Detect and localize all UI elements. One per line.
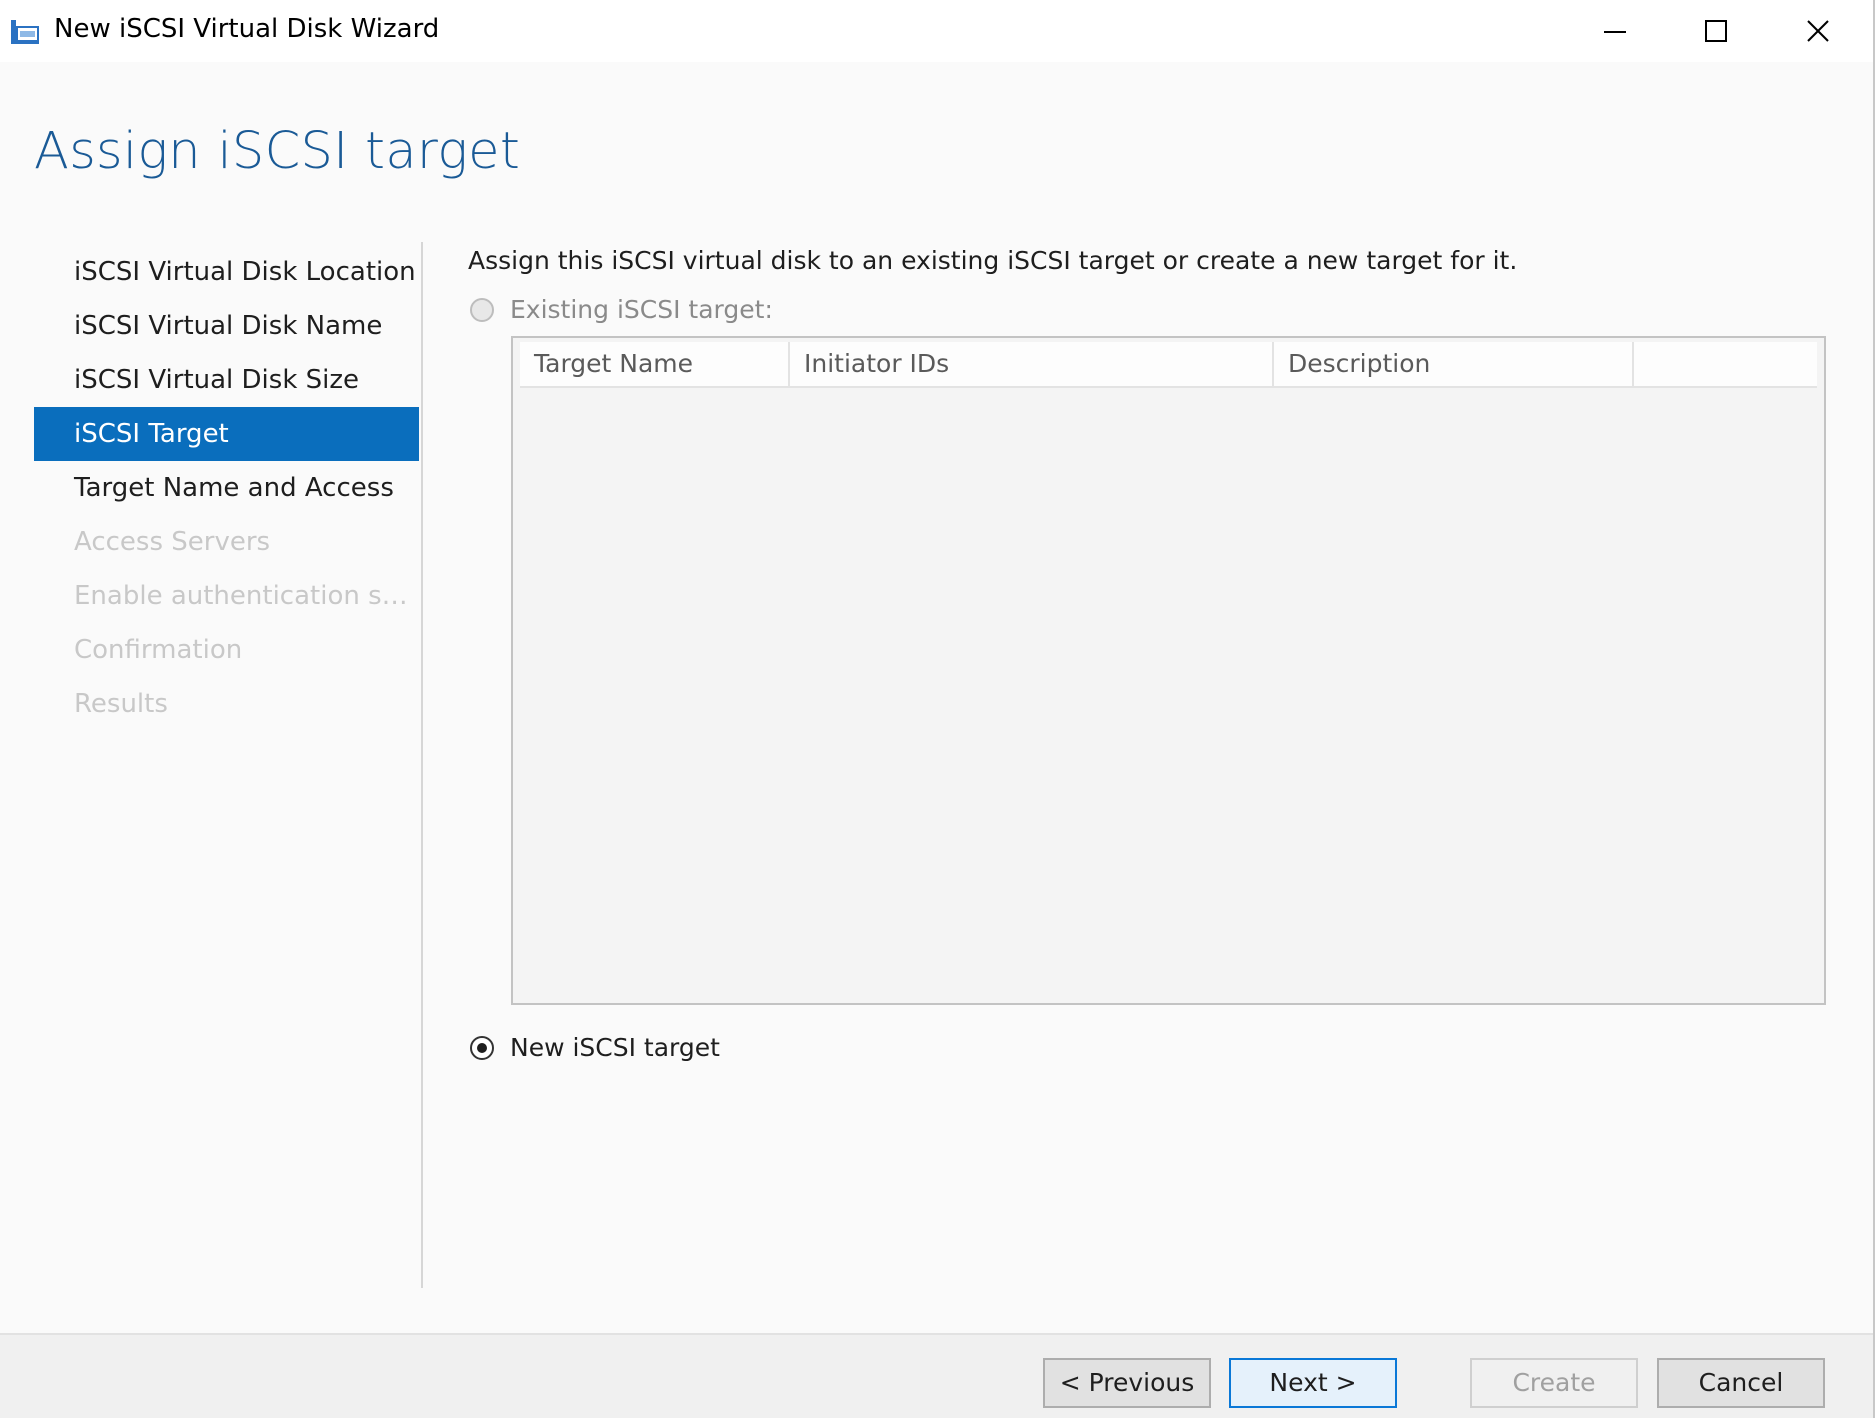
existing-target-radio — [470, 297, 494, 322]
previous-button[interactable]: < Previous — [1043, 1358, 1211, 1408]
column-header-initiator-ids[interactable]: Initiator IDs — [790, 342, 1274, 386]
column-header-target-name[interactable]: Target Name — [520, 342, 790, 386]
column-header-description[interactable]: Description — [1274, 342, 1634, 386]
new-target-radio[interactable] — [470, 1035, 494, 1060]
new-target-label[interactable]: New iSCSI target — [510, 1033, 720, 1062]
nav-divider — [421, 242, 423, 1288]
new-target-option[interactable]: New iSCSI target — [470, 1033, 720, 1062]
close-button[interactable] — [1768, 0, 1868, 62]
existing-target-label: Existing iSCSI target: — [510, 295, 773, 324]
nav-item-results: Results — [74, 689, 168, 719]
wizard-app-icon — [10, 19, 40, 45]
nav-item-disk-size[interactable]: iSCSI Virtual Disk Size — [34, 353, 419, 407]
existing-target-option: Existing iSCSI target: — [470, 295, 773, 324]
close-icon — [1807, 20, 1829, 42]
nav-item-access-servers: Access Servers — [74, 527, 271, 557]
nav-item-disk-location[interactable]: iSCSI Virtual Disk Location — [34, 245, 419, 299]
title-bar[interactable]: New iSCSI Virtual Disk Wizard — [0, 0, 1873, 62]
nav-item-target-name-access[interactable]: Target Name and Access — [34, 461, 419, 515]
nav-item-confirmation: Confirmation — [74, 635, 243, 665]
maximize-button[interactable] — [1666, 0, 1766, 62]
existing-targets-table: Target Name Initiator IDs Description — [511, 336, 1826, 1005]
next-button[interactable]: Next > — [1229, 1358, 1397, 1408]
minimize-button[interactable] — [1565, 0, 1665, 62]
maximize-icon — [1705, 20, 1727, 42]
nav-item-disk-name[interactable]: iSCSI Virtual Disk Name — [34, 299, 419, 353]
create-button: Create — [1470, 1358, 1638, 1408]
intro-text: Assign this iSCSI virtual disk to an exi… — [468, 246, 1518, 275]
nav-item-iscsi-target[interactable]: iSCSI Target — [34, 407, 419, 461]
window-title: New iSCSI Virtual Disk Wizard — [54, 14, 440, 44]
table-header: Target Name Initiator IDs Description — [520, 342, 1817, 388]
page-title: Assign iSCSI target — [34, 122, 521, 181]
column-header-extra — [1634, 342, 1817, 386]
cancel-button[interactable]: Cancel — [1657, 1358, 1825, 1408]
wizard-window: New iSCSI Virtual Disk Wizard Assign iSC… — [0, 0, 1875, 1418]
wizard-footer: < Previous Next > Create Cancel — [0, 1333, 1873, 1418]
nav-item-enable-authentication: Enable authentication ser... — [74, 581, 419, 611]
wizard-step-nav: iSCSI Virtual Disk Location iSCSI Virtua… — [34, 245, 419, 731]
minimize-icon — [1604, 31, 1626, 33]
